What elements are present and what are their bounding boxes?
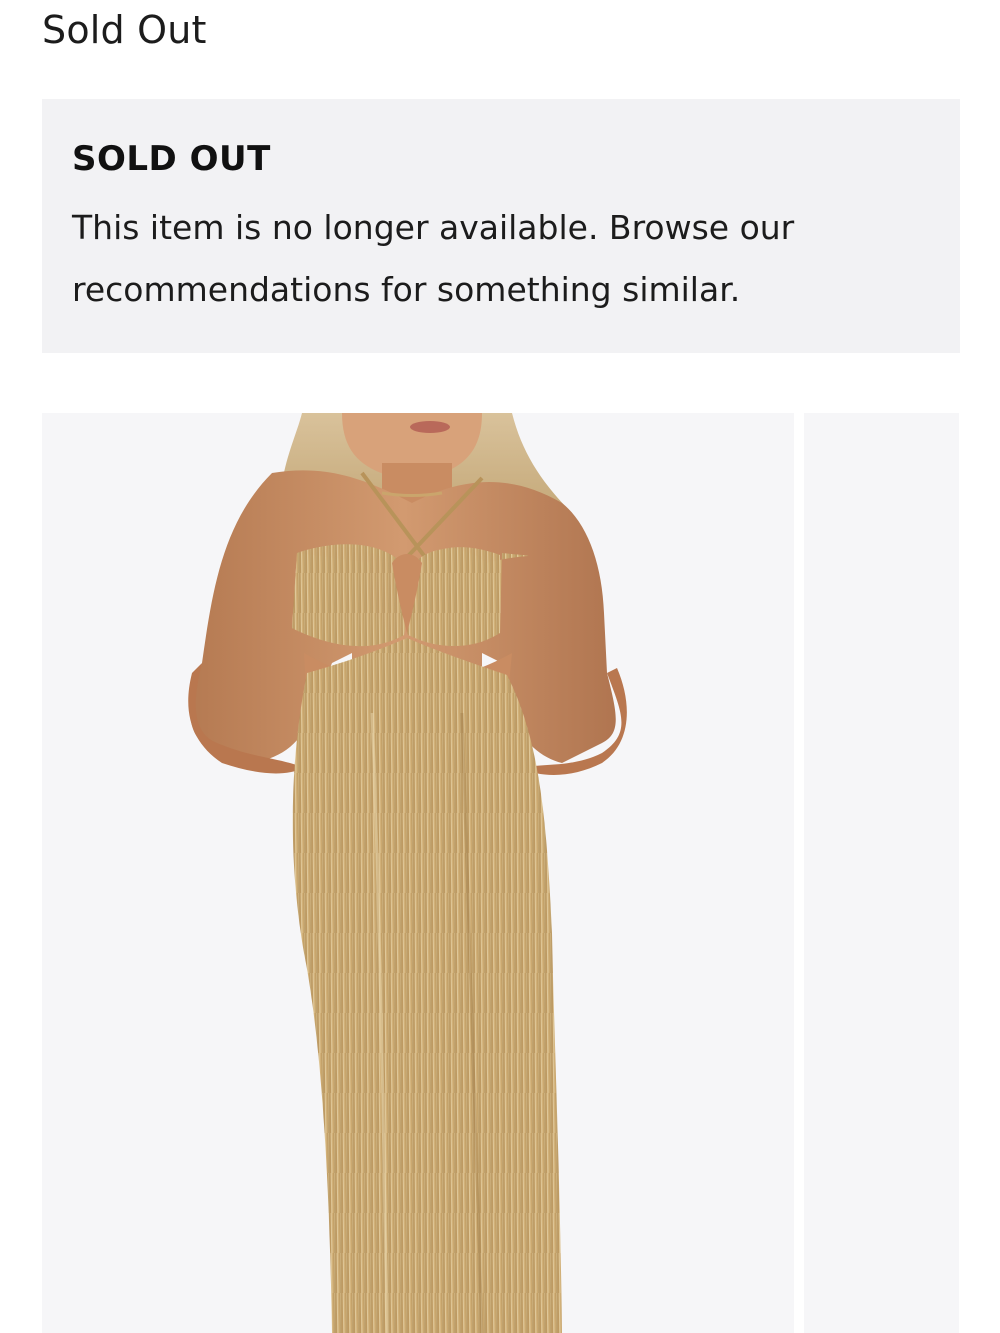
product-photo (188, 413, 627, 1333)
sold-out-status: Sold Out (42, 8, 207, 52)
product-image-carousel[interactable] (42, 413, 1000, 1333)
sold-out-notice: SOLD OUT This item is no longer availabl… (42, 99, 960, 353)
notice-title: SOLD OUT (72, 139, 271, 179)
product-image-main[interactable] (42, 413, 794, 1333)
notice-message: This item is no longer available. Browse… (72, 208, 795, 309)
product-image-next[interactable] (804, 413, 959, 1333)
